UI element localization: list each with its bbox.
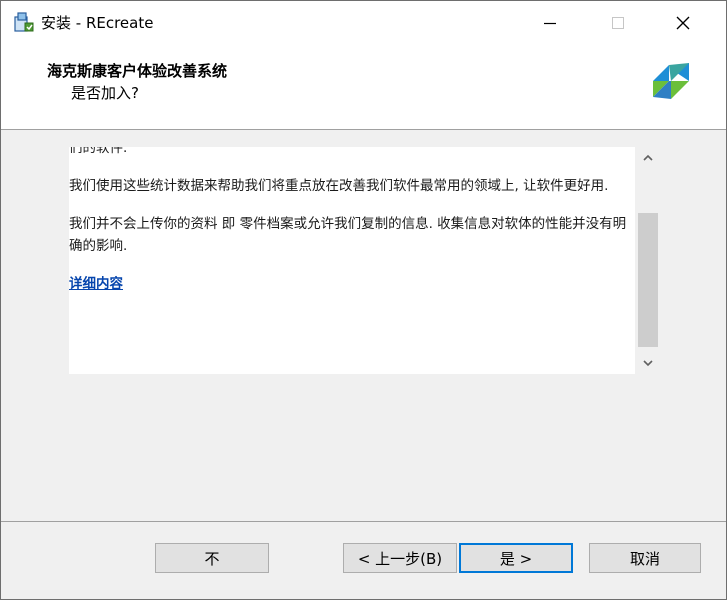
back-button[interactable]: < 上一步(B) xyxy=(343,543,457,573)
setup-window: 安装 - REcreate 海克斯康客户体验改善系统 是否加入? 们的软件. 我… xyxy=(0,0,727,600)
vertical-scrollbar[interactable] xyxy=(637,147,659,374)
yes-button[interactable]: 是 > xyxy=(459,543,573,573)
scroll-down-button[interactable] xyxy=(637,352,659,374)
no-button[interactable]: 不 xyxy=(155,543,269,573)
page-title: 海克斯康客户体验改善系统 xyxy=(47,62,228,80)
details-link[interactable]: 详细内容 xyxy=(69,276,123,292)
window-title: 安装 - REcreate xyxy=(41,14,154,32)
wizard-header: 海克斯康客户体验改善系统 是否加入? xyxy=(1,45,726,130)
info-text-area[interactable]: 们的软件. 我们使用这些统计数据来帮助我们将重点放在改善我们软件最常用的领域上,… xyxy=(69,147,635,374)
info-text: 们的软件. 我们使用这些统计数据来帮助我们将重点放在改善我们软件最常用的领域上,… xyxy=(69,147,635,311)
maximize-icon xyxy=(612,17,624,29)
cancel-button[interactable]: 取消 xyxy=(589,543,701,573)
maximize-button xyxy=(595,1,641,45)
scroll-up-button[interactable] xyxy=(637,147,659,169)
chevron-down-icon xyxy=(643,360,653,367)
chevron-up-icon xyxy=(643,154,653,161)
close-icon xyxy=(676,16,690,30)
installer-icon xyxy=(14,12,34,32)
page-subtitle: 是否加入? xyxy=(71,84,139,102)
hexagon-logo xyxy=(653,63,689,99)
close-button[interactable] xyxy=(660,1,706,45)
truncated-line: 们的软件. xyxy=(69,147,128,156)
title-bar[interactable]: 安装 - REcreate xyxy=(1,1,726,45)
scroll-thumb[interactable] xyxy=(638,213,658,347)
minimize-button[interactable] xyxy=(527,1,573,45)
minimize-icon xyxy=(544,22,556,25)
details-link-row: 详细内容 xyxy=(69,273,635,295)
footer-divider xyxy=(1,521,726,522)
paragraph-usage: 我们使用这些统计数据来帮助我们将重点放在改善我们软件最常用的领域上, 让软件更好… xyxy=(69,178,609,194)
paragraph-privacy: 我们并不会上传你的资料 即 零件档案或允许我们复制的信息. 收集信息对软体的性能… xyxy=(69,216,627,254)
